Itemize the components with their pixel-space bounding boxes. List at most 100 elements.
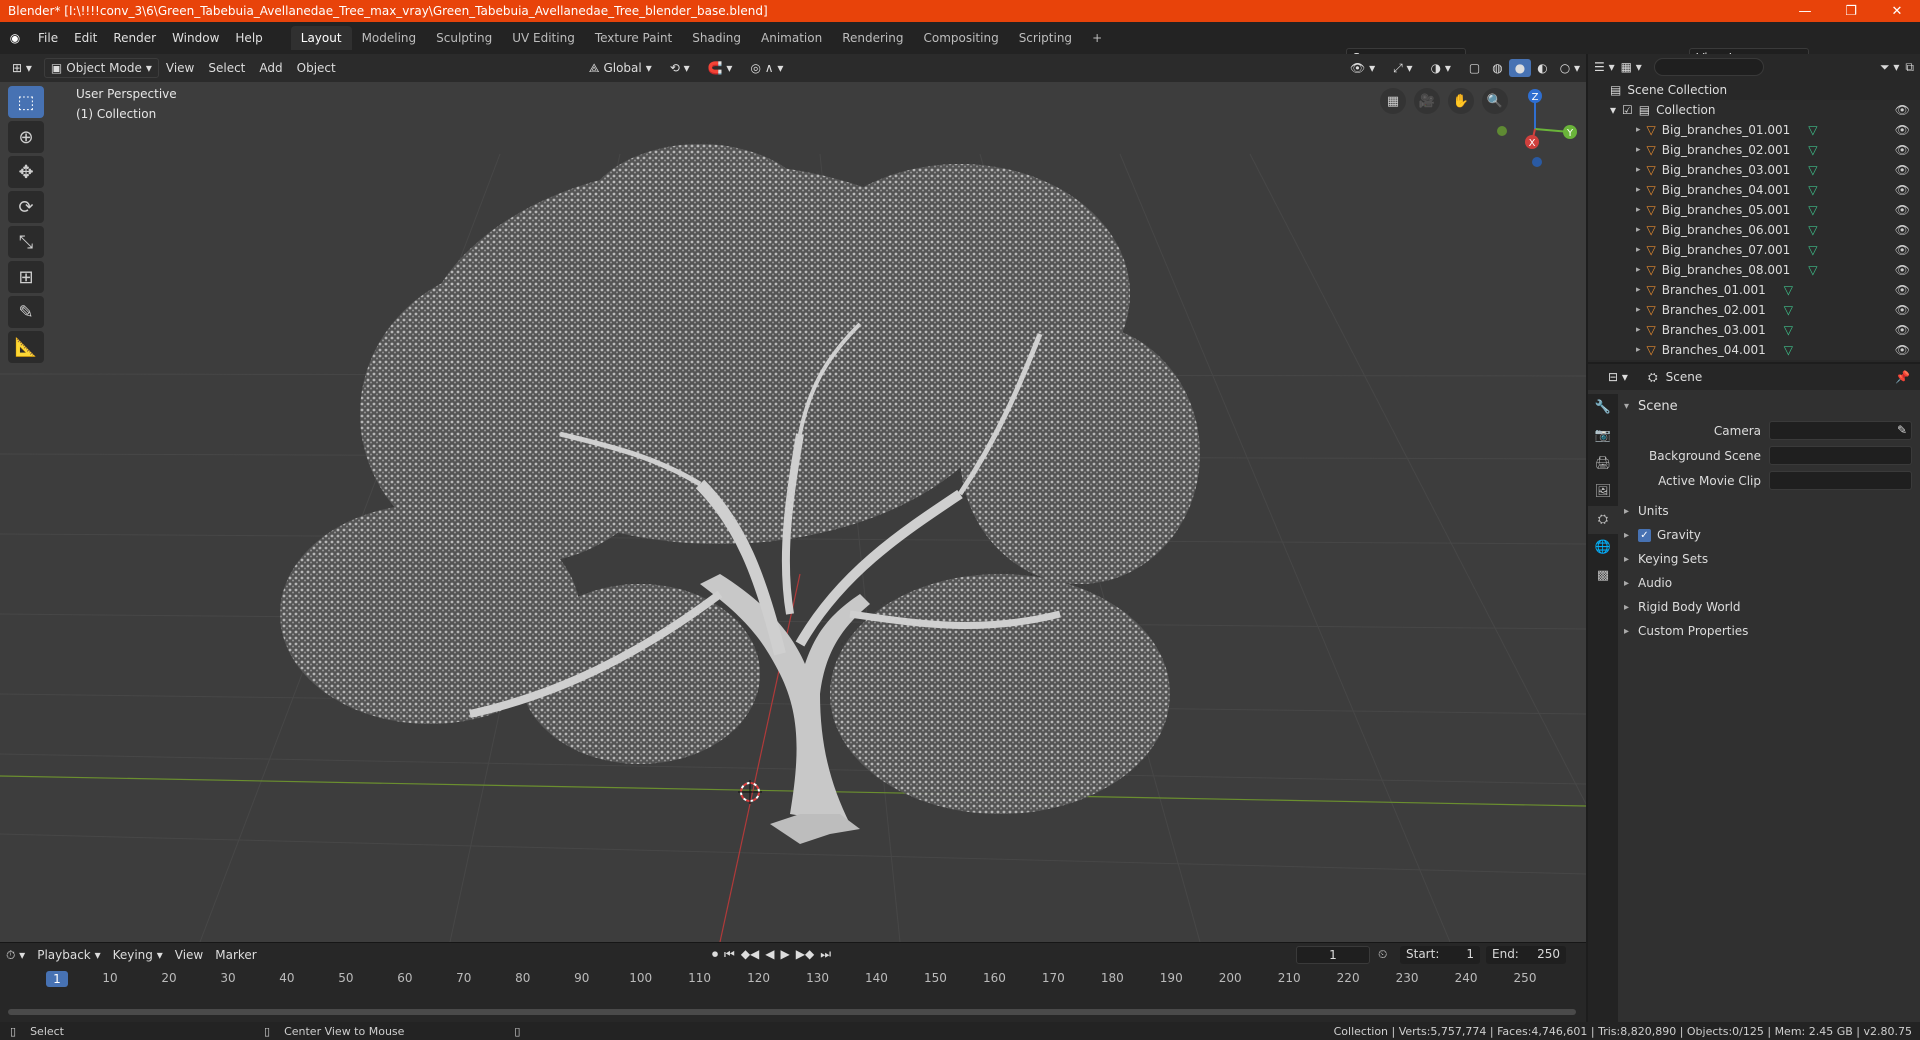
visibility-dropdown[interactable]: 👁 ▾ xyxy=(1344,59,1381,77)
outliner-object-row[interactable]: ▸ ▽ Big_branches_04.001 ▽ 👁 xyxy=(1588,180,1920,200)
tab-sculpting[interactable]: Sculpting xyxy=(426,26,502,50)
expand-icon[interactable]: ▸ xyxy=(1636,185,1641,195)
outliner-object-row[interactable]: ▸ ▽ Big_branches_06.001 ▽ 👁 xyxy=(1588,220,1920,240)
transform-tool-icon[interactable]: ⊞ xyxy=(8,261,44,293)
camera-view-icon[interactable]: 🎥 xyxy=(1414,88,1440,114)
3d-cursor[interactable] xyxy=(738,780,762,804)
frame-ruler[interactable]: 1102030405060708090100110120130140150160… xyxy=(0,967,1586,991)
navigation-gizmo[interactable]: Z Y X xyxy=(1490,84,1580,174)
object-mode-dropdown[interactable]: ▣ Object Mode ▾ xyxy=(43,58,159,78)
measure-tool-icon[interactable]: 📐 xyxy=(8,331,44,363)
view-layer-tab-icon[interactable]: 🖼 xyxy=(1588,478,1618,506)
mesh-data-icon[interactable]: ▽ xyxy=(1784,283,1793,297)
menu-add[interactable]: Add xyxy=(252,61,289,75)
add-workspace-button[interactable]: + xyxy=(1082,26,1112,50)
menu-help[interactable]: Help xyxy=(227,31,270,45)
close-button[interactable]: ✕ xyxy=(1874,0,1920,22)
menu-render[interactable]: Render xyxy=(105,31,164,45)
proportional-edit-toggle[interactable]: ◎ ∧ ▾ xyxy=(744,59,789,77)
scale-tool-icon[interactable]: ⤡ xyxy=(8,226,44,258)
camera-field[interactable]: ✎ xyxy=(1769,421,1912,440)
mesh-data-icon[interactable]: ▽ xyxy=(1808,143,1817,157)
expand-icon[interactable]: ▸ xyxy=(1636,345,1641,355)
tool-tab-icon[interactable]: 🔧 xyxy=(1588,394,1618,422)
tab-animation[interactable]: Animation xyxy=(751,26,832,50)
expand-icon[interactable]: ▸ xyxy=(1636,265,1641,275)
3d-viewport[interactable]: ⊞ ▾ ▣ Object Mode ▾ View Select Add Objec… xyxy=(0,54,1586,942)
outliner-search-input[interactable] xyxy=(1653,58,1764,76)
mesh-data-icon[interactable]: ▽ xyxy=(1784,323,1793,337)
expand-icon[interactable]: ▾ xyxy=(1610,103,1616,117)
scene-panel-title[interactable]: ▾ Scene xyxy=(1624,394,1912,418)
mesh-data-icon[interactable]: ▽ xyxy=(1808,123,1817,137)
eye-icon[interactable]: 👁 xyxy=(1895,343,1910,357)
shading-solid-button[interactable]: ● xyxy=(1508,59,1532,77)
background-scene-field[interactable] xyxy=(1769,446,1912,465)
tab-scripting[interactable]: Scripting xyxy=(1009,26,1082,50)
gizmo-neg-y[interactable] xyxy=(1497,126,1507,136)
eye-icon[interactable]: 👁 xyxy=(1895,223,1910,237)
gizmo-neg-z[interactable] xyxy=(1532,157,1542,167)
expand-icon[interactable]: ▸ xyxy=(1636,325,1641,335)
outliner-object-row[interactable]: ▸ ▽ Branches_03.001 ▽ 👁 xyxy=(1588,320,1920,340)
scene-collection-row[interactable]: ▤ Scene Collection xyxy=(1588,80,1920,100)
tab-modeling[interactable]: Modeling xyxy=(352,26,427,50)
prev-keyframe-icon[interactable]: ◆◀ xyxy=(741,947,759,962)
jump-end-icon[interactable]: ⏭ xyxy=(820,947,831,962)
shading-material-button[interactable]: ◐ xyxy=(1531,59,1553,77)
outliner-object-row[interactable]: ▸ ▽ Big_branches_01.001 ▽ 👁 xyxy=(1588,120,1920,140)
end-frame-field[interactable]: End: 250 xyxy=(1486,946,1566,964)
custom-properties-panel[interactable]: ▸ Custom Properties xyxy=(1624,619,1912,643)
transform-orientation-dropdown[interactable]: ⟁ Global ▾ xyxy=(583,59,658,78)
pin-icon[interactable]: 📌 xyxy=(1895,370,1910,384)
render-tab-icon[interactable]: 📷 xyxy=(1588,422,1618,450)
expand-icon[interactable]: ▸ xyxy=(1636,145,1641,155)
play-icon[interactable]: ▶ xyxy=(781,947,790,962)
mesh-data-icon[interactable]: ▽ xyxy=(1784,343,1793,357)
outliner-object-row[interactable]: ▸ ▽ Big_branches_08.001 ▽ 👁 xyxy=(1588,260,1920,280)
move-tool-icon[interactable]: ✥ xyxy=(8,156,44,188)
tab-uv-editing[interactable]: UV Editing xyxy=(502,26,585,50)
eye-icon[interactable]: 👁 xyxy=(1895,183,1910,197)
eye-icon[interactable]: 👁 xyxy=(1895,123,1910,137)
playhead[interactable]: 1 xyxy=(46,971,68,987)
filter-icon[interactable]: ⏷ ▾ xyxy=(1880,60,1899,75)
rigid-body-world-panel[interactable]: ▸ Rigid Body World xyxy=(1624,595,1912,619)
cursor-tool-icon[interactable]: ⊕ xyxy=(8,121,44,153)
minimize-button[interactable]: — xyxy=(1782,0,1828,22)
texture-tab-icon[interactable]: ▩ xyxy=(1588,562,1618,590)
maximize-button[interactable]: ❐ xyxy=(1828,0,1874,22)
gizmo-toggle[interactable]: ⤢ ▾ xyxy=(1387,59,1418,78)
tab-shading[interactable]: Shading xyxy=(682,26,751,50)
overlay-toggle[interactable]: ◑ ▾ xyxy=(1425,59,1457,77)
output-tab-icon[interactable]: 🖨 xyxy=(1588,450,1618,478)
timeline-scrollbar[interactable] xyxy=(8,1009,1576,1015)
scene-tab-icon[interactable]: ⛭ xyxy=(1588,506,1618,534)
expand-icon[interactable]: ▸ xyxy=(1636,125,1641,135)
expand-icon[interactable]: ▸ xyxy=(1636,245,1641,255)
mesh-data-icon[interactable]: ▽ xyxy=(1808,203,1817,217)
grid-view-icon[interactable]: ▦ xyxy=(1380,88,1406,114)
properties-editor-type-icon[interactable]: ⊟ ▾ xyxy=(1608,370,1628,384)
menu-edit[interactable]: Edit xyxy=(66,31,105,45)
start-frame-field[interactable]: Start: 1 xyxy=(1400,946,1480,964)
mesh-data-icon[interactable]: ▽ xyxy=(1808,183,1817,197)
expand-icon[interactable]: ▸ xyxy=(1636,305,1641,315)
eye-icon[interactable]: 👁 xyxy=(1895,303,1910,317)
eye-icon[interactable]: 👁 xyxy=(1895,283,1910,297)
snap-toggle[interactable]: 🧲 ▾ xyxy=(702,59,739,77)
outliner-editor-type-icon[interactable]: ☰ ▾ xyxy=(1594,60,1615,74)
menu-view[interactable]: View xyxy=(159,61,201,75)
record-icon[interactable]: ⏺ xyxy=(712,947,718,962)
expand-icon[interactable]: ▸ xyxy=(1636,225,1641,235)
menu-marker[interactable]: Marker xyxy=(209,948,262,962)
mesh-data-icon[interactable]: ▽ xyxy=(1808,163,1817,177)
next-keyframe-icon[interactable]: ▶◆ xyxy=(796,947,814,962)
xray-toggle[interactable]: ▢ xyxy=(1463,59,1486,77)
pan-hand-icon[interactable]: ✋ xyxy=(1448,88,1474,114)
eye-icon[interactable]: 👁 xyxy=(1895,163,1910,177)
eye-icon[interactable]: 👁 xyxy=(1895,243,1910,257)
eye-icon[interactable]: 👁 xyxy=(1895,263,1910,277)
menu-file[interactable]: File xyxy=(30,31,66,45)
tab-rendering[interactable]: Rendering xyxy=(832,26,913,50)
